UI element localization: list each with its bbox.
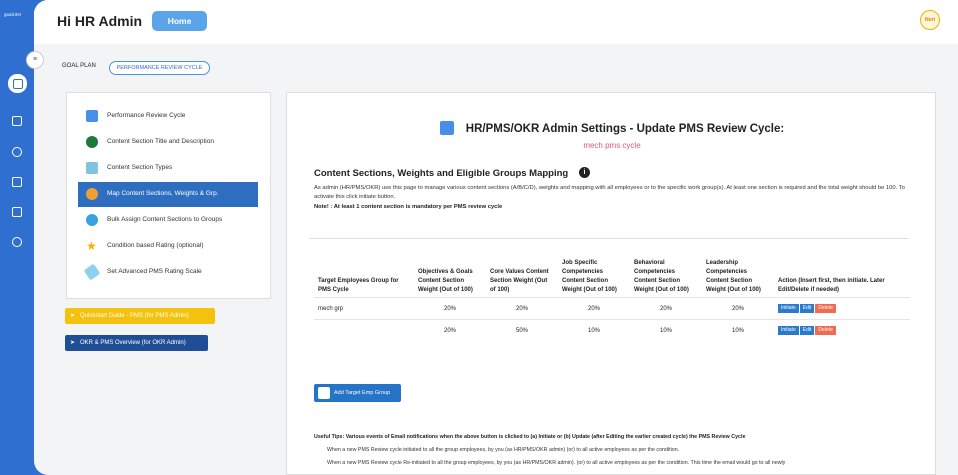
col-target-group: Target Employees Group for PMS Cycle bbox=[318, 278, 399, 293]
mandatory-note: Note! : At least 1 content section is ma… bbox=[314, 204, 503, 210]
action-cell: Initiate Edit Delete bbox=[774, 319, 910, 342]
weight-cell: 20% bbox=[414, 297, 486, 320]
table-row: 20% 50% 10% 10% 10% Initiate Edit Delete bbox=[314, 319, 910, 342]
menu-item-section-title[interactable]: Content Section Title and Description bbox=[78, 130, 258, 154]
menu-item-bulk-assign[interactable]: Bulk Assign Content Sections to Groups bbox=[78, 208, 258, 232]
edit-button[interactable]: Edit bbox=[799, 326, 815, 336]
people-icon bbox=[86, 188, 98, 200]
users-icon[interactable] bbox=[12, 147, 22, 157]
weight-cell: 20% bbox=[630, 297, 702, 320]
greeting: Hi HR Admin bbox=[57, 13, 143, 29]
col-action: Action (Insert first, then initiate. Lat… bbox=[778, 278, 885, 293]
group-icon bbox=[86, 214, 98, 226]
col-behavioral: Behavioral Competencies Content Section … bbox=[634, 260, 689, 293]
group-cell bbox=[314, 319, 414, 342]
quickstart-guide-button[interactable]: Quickstart Guide - PMS (for PMS Admin) bbox=[65, 308, 215, 324]
menu-item-rating-scale[interactable]: Set Advanced PMS Rating Scale bbox=[78, 260, 258, 284]
menu-item-review-cycle[interactable]: Performance Review Cycle bbox=[78, 104, 258, 128]
weight-cell: 20% bbox=[414, 319, 486, 342]
weight-cell: 10% bbox=[630, 319, 702, 342]
settings-icon[interactable] bbox=[12, 237, 22, 247]
menu-item-map-sections[interactable]: Map Content Sections, Weights & Grp. bbox=[78, 182, 258, 207]
ruler-icon bbox=[83, 263, 101, 281]
top-bar: Hi HR Admin Home Nori bbox=[34, 0, 958, 44]
weight-cell: 50% bbox=[486, 319, 558, 342]
calendar-icon bbox=[86, 110, 98, 122]
col-objectives: Objectives & Goals Content Section Weigh… bbox=[418, 269, 473, 293]
home-button[interactable]: Home bbox=[152, 11, 207, 31]
col-job-specific: Job Specific Competencies Content Sectio… bbox=[562, 260, 617, 293]
section-heading: Content Sections, Weights and Eligible G… bbox=[314, 168, 569, 179]
main-panel: HR/PMS/OKR Admin Settings - Update PMS R… bbox=[286, 92, 936, 475]
add-target-group-button[interactable]: Add Target Emp Group bbox=[314, 384, 401, 402]
action-cell: Initiate Edit Delete bbox=[774, 297, 910, 320]
badge-icon bbox=[86, 162, 98, 174]
menu-item-section-types[interactable]: Content Section Types bbox=[78, 156, 258, 180]
book-icon[interactable] bbox=[12, 116, 22, 126]
tip-initiate: When a new PMS Review cycle initiated to… bbox=[327, 447, 680, 453]
dots-icon bbox=[86, 136, 98, 148]
menu-item-condition-rating[interactable]: ★ Condition based Rating (optional) bbox=[78, 234, 258, 258]
avatar[interactable]: Nori bbox=[920, 10, 940, 30]
weight-cell: 20% bbox=[558, 297, 630, 320]
dashboard-icon[interactable] bbox=[8, 74, 27, 93]
table-row: mech grp 20% 20% 20% 20% 20% Initiate Edi… bbox=[314, 297, 910, 320]
tab-goal-plan[interactable]: GOAL PLAN bbox=[62, 63, 96, 69]
delete-button[interactable]: Delete bbox=[815, 304, 836, 313]
col-leadership: Leadership Competencies Content Section … bbox=[706, 260, 761, 293]
left-rail: goalsiter bbox=[0, 0, 34, 475]
brand-logo: goalsiter bbox=[4, 12, 22, 17]
page-description: As admin (HR/PMS/OKR) use this page to m… bbox=[314, 185, 905, 200]
initiate-button[interactable]: Initiate bbox=[778, 326, 799, 336]
page-title: HR/PMS/OKR Admin Settings - Update PMS R… bbox=[287, 121, 935, 135]
edit-button[interactable]: Edit bbox=[799, 304, 815, 313]
divider bbox=[309, 238, 909, 239]
col-core-values: Core Values Content Section Weight (Out … bbox=[490, 269, 549, 293]
okr-overview-button[interactable]: OKR & PMS Overview (for OKR Admin) bbox=[65, 335, 208, 351]
initiate-button[interactable]: Initiate bbox=[778, 304, 799, 313]
weight-cell: 20% bbox=[486, 297, 558, 320]
mapping-table: Target Employees Group for PMS Cycle Obj… bbox=[314, 257, 910, 342]
star-icon: ★ bbox=[86, 239, 97, 253]
content-area: Hi HR Admin Home Nori ≡ GOAL PLAN PERFOR… bbox=[26, 0, 958, 475]
tab-performance-review-cycle[interactable]: PERFORMANCE REVIEW CYCLE bbox=[109, 61, 210, 75]
calendar-icon bbox=[439, 121, 454, 135]
document-icon[interactable] bbox=[12, 177, 22, 187]
useful-tips-heading: Useful Tips: Various events of Email not… bbox=[314, 434, 746, 440]
info-icon[interactable]: i bbox=[579, 167, 590, 178]
cycle-name: mech pms cycle bbox=[583, 141, 641, 150]
tip-reinitiate: When a new PMS Review cycle Re-initiated… bbox=[327, 460, 786, 466]
delete-button[interactable]: Delete bbox=[815, 326, 836, 336]
weight-cell: 20% bbox=[702, 297, 774, 320]
collapse-sidebar-icon[interactable]: ≡ bbox=[26, 51, 44, 69]
weight-cell: 10% bbox=[558, 319, 630, 342]
chart-icon[interactable] bbox=[12, 207, 22, 217]
weight-cell: 10% bbox=[702, 319, 774, 342]
group-cell: mech grp bbox=[314, 297, 414, 320]
